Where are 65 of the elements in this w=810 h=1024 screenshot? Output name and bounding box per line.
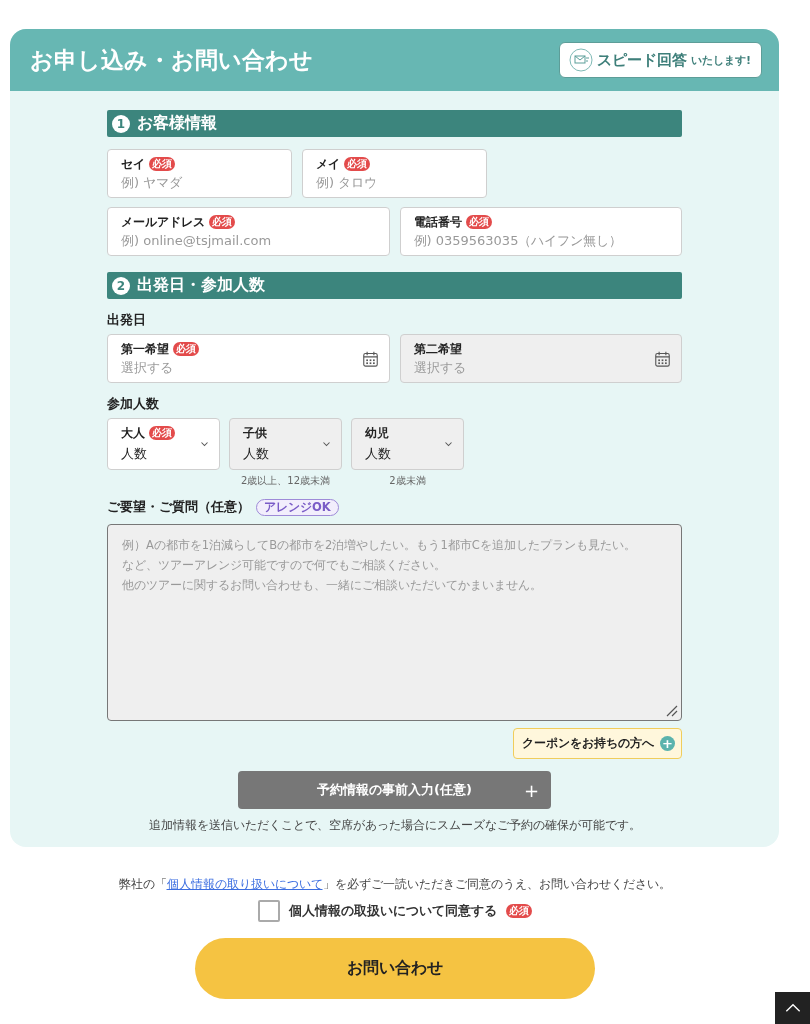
helper-text: 追加情報を送信いただくことで、空席があった場合にスムーズなご予約の確保が可能です。 xyxy=(147,818,642,833)
date-field[interactable]: 第一希望 必須 選択する xyxy=(107,334,390,383)
required-badge: 必須 xyxy=(173,342,199,356)
input-field[interactable]: 電話番号 必須 例) 0359563035（ハイフン無し） xyxy=(399,207,682,256)
checkbox-label: 個人情報の取扱いについて同意する xyxy=(288,902,497,920)
group-label: 出発日 xyxy=(107,311,147,329)
text-input[interactable]: 例) ヤマダ xyxy=(121,175,281,190)
hint-text: 2歳以上、12歳未満 xyxy=(239,474,332,488)
field-label: 電話番号 xyxy=(413,213,462,231)
badge-subtext: いたします! xyxy=(690,52,751,68)
select-value: 人数 xyxy=(121,445,148,463)
input-field[interactable]: セイ 必須 例) ヤマダ xyxy=(107,149,292,198)
submit-button[interactable]: お問い合わせ xyxy=(194,938,595,999)
text-input[interactable]: 例) online@tsjmail.com xyxy=(121,233,379,248)
required-badge: 必須 xyxy=(344,157,370,171)
hint-text: 2歳未満 xyxy=(388,474,427,488)
group-label: 参加人数 xyxy=(107,395,160,413)
field-label: 第一希望 xyxy=(121,340,169,358)
chevron-down-icon xyxy=(200,441,209,447)
select-value: 人数 xyxy=(365,445,392,463)
required-badge: 必須 xyxy=(149,157,175,171)
privacy-link[interactable]: 個人情報の取り扱いについて xyxy=(166,877,323,891)
field-label: 第二希望 xyxy=(413,340,462,358)
field-label: セイ xyxy=(121,155,145,173)
required-badge: 必須 xyxy=(465,215,492,229)
field-label: メールアドレス xyxy=(121,213,205,231)
plus-icon: + xyxy=(523,779,539,801)
placeholder-text: 他のツアーに関するお問い合わせも、一緒にご相談いただいてかまいません。 xyxy=(122,577,543,594)
consent-notice: 弊社の「個人情報の取り扱いについて」を必ずご一読いただきご同意のうえ、お問い合わせください。 xyxy=(118,877,671,892)
calendar-icon xyxy=(361,350,379,367)
checkbox[interactable] xyxy=(257,900,280,922)
field-label: メイ xyxy=(316,155,340,173)
required-badge: 必須 xyxy=(209,215,235,229)
text-input[interactable]: 例) タロウ xyxy=(316,175,476,190)
envelope-icon xyxy=(568,48,593,72)
text-input[interactable]: 例) 0359563035（ハイフン無し） xyxy=(413,233,671,248)
required-badge: 必須 xyxy=(149,426,175,440)
section-title: お客様情報 xyxy=(137,113,217,134)
field-label: 幼児 xyxy=(365,424,389,442)
arrange-tag: アレンジOK xyxy=(256,498,339,516)
input-field[interactable]: メールアドレス 必須 例) online@tsjmail.com xyxy=(107,207,390,256)
coupon-button[interactable]: クーポンをお持ちの方へ + xyxy=(513,728,682,759)
step-number: 1 xyxy=(112,114,130,133)
date-input[interactable]: 選択する xyxy=(121,360,362,375)
badge-text: スピード回答 xyxy=(596,50,687,70)
back-to-top-button[interactable] xyxy=(775,992,810,1024)
select-field[interactable]: 大人 必須 人数 xyxy=(107,418,220,470)
plus-icon: + xyxy=(660,736,675,751)
resize-handle-icon xyxy=(666,705,678,717)
select-value: 人数 xyxy=(243,445,270,463)
placeholder-text: など、ツアーアレンジ可能ですので何でもご相談ください。 xyxy=(122,557,447,574)
input-field[interactable]: メイ 必須 例) タロウ xyxy=(302,149,487,198)
chevron-down-icon xyxy=(444,441,453,447)
section-title: 出発日・参加人数 xyxy=(137,275,265,296)
form-title: お申し込み・お問い合わせ xyxy=(30,45,313,75)
field-label: 大人 xyxy=(121,424,145,442)
calendar-icon xyxy=(654,350,671,367)
step-number: 2 xyxy=(112,276,130,295)
prefill-button[interactable]: 予約情報の事前入力(任意) + xyxy=(238,771,551,809)
placeholder-text: 例）Aの都市を1泊減らしてBの都市を2泊増やしたい。もう1都市Cを追加したプランも見たい。 xyxy=(122,537,637,554)
field-label: 子供 xyxy=(243,424,267,442)
chevron-up-icon xyxy=(783,1003,802,1013)
required-badge: 必須 xyxy=(505,904,532,918)
group-label: ご要望・ご質問（任意） xyxy=(107,498,250,516)
chevron-down-icon xyxy=(322,441,331,447)
